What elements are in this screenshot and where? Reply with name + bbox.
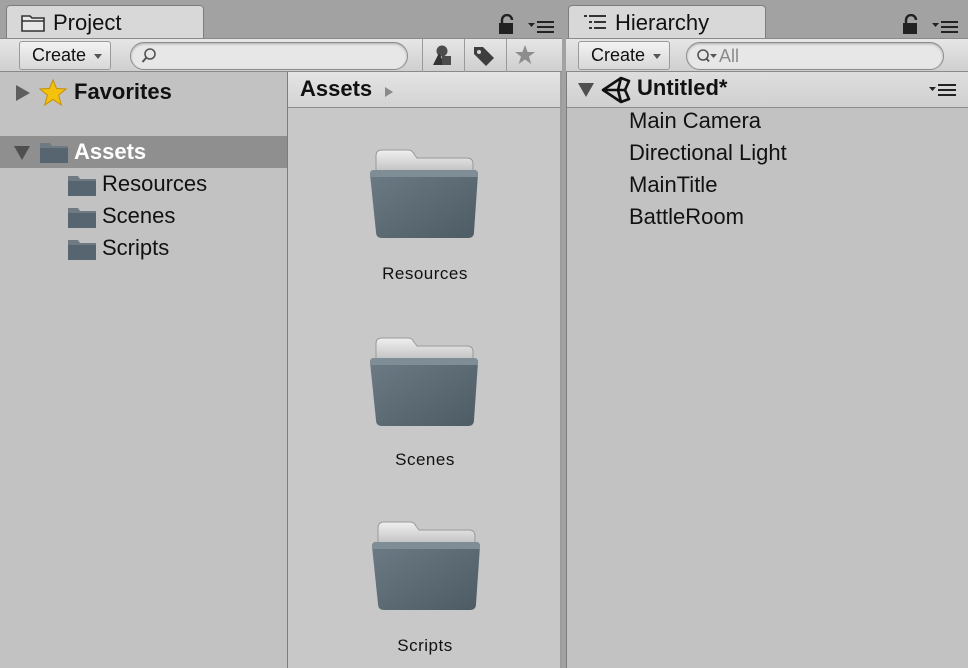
- hierarchy-create-button[interactable]: Create: [578, 41, 670, 70]
- search-icon: [141, 48, 156, 63]
- tree-row-favorites[interactable]: Favorites: [0, 76, 287, 108]
- hierarchy-search[interactable]: [686, 42, 944, 70]
- project-create-button[interactable]: Create: [19, 41, 111, 70]
- panel-menu-icon[interactable]: [932, 20, 958, 34]
- grid-label-resources: Resources: [382, 264, 468, 283]
- panel-menu-icon[interactable]: [528, 20, 554, 34]
- lock-icon[interactable]: [498, 14, 516, 34]
- hierarchy-search-input[interactable]: [719, 45, 929, 67]
- star-icon: [39, 79, 67, 106]
- project-tabstrip: Project: [0, 0, 562, 39]
- folder-icon: [68, 208, 96, 228]
- breadcrumb-arrow-icon: [385, 87, 393, 97]
- hierarchy-panel: Hierarchy Create All Untitled* Main Came…: [566, 0, 968, 668]
- tab-project[interactable]: Project: [6, 5, 204, 39]
- folder-icon: [372, 521, 480, 610]
- collapse-arrow-icon[interactable]: [14, 146, 30, 160]
- shapes-icon: [433, 45, 451, 65]
- tree-label-assets: Assets: [74, 139, 147, 164]
- list-icon: [584, 15, 606, 29]
- tree-row-scenes[interactable]: Scenes: [0, 200, 287, 232]
- unity-logo-icon: [601, 76, 631, 104]
- search-icon: [697, 49, 717, 63]
- breadcrumb-assets[interactable]: Assets: [300, 76, 372, 102]
- chevron-down-icon: [653, 54, 661, 59]
- hierarchy-tree: Untitled* Main Camera Directional Light …: [566, 72, 968, 668]
- tree-row-assets[interactable]: Assets: [0, 136, 287, 168]
- tree-label-scenes: Scenes: [102, 203, 176, 228]
- grid-item-resources[interactable]: Resources: [288, 146, 562, 326]
- scene-row-untitled[interactable]: Untitled*: [567, 72, 968, 108]
- folder-icon: [370, 149, 478, 238]
- project-create-label: Create: [32, 45, 87, 65]
- folder-icon: [68, 176, 96, 196]
- hierarchy-item-directional-light[interactable]: Directional Light: [629, 137, 787, 169]
- hierarchy-create-label: Create: [591, 45, 646, 65]
- tab-project-label: Project: [53, 10, 122, 35]
- tree-label-resources: Resources: [102, 171, 208, 196]
- hierarchy-item-main-camera[interactable]: Main Camera: [629, 105, 761, 137]
- tab-hierarchy[interactable]: Hierarchy: [568, 5, 766, 39]
- filter-by-label-button[interactable]: [464, 39, 500, 72]
- tree-row-resources[interactable]: Resources: [0, 168, 287, 200]
- breadcrumb: Assets: [288, 72, 562, 108]
- tree-row-scripts[interactable]: Scripts: [0, 232, 287, 264]
- panel-border: [560, 72, 562, 668]
- star-icon: [515, 45, 535, 64]
- tag-icon: [474, 47, 494, 66]
- project-search[interactable]: [130, 42, 408, 70]
- project-panel: Project Create Favorites Assets Resource…: [0, 0, 562, 668]
- grid-item-scripts[interactable]: Scripts: [288, 518, 562, 668]
- tab-hierarchy-label: Hierarchy: [615, 10, 710, 35]
- folder-icon: [68, 240, 96, 260]
- project-search-input[interactable]: [161, 45, 393, 67]
- scene-menu-icon[interactable]: [929, 83, 957, 97]
- collapse-arrow-icon[interactable]: [578, 83, 594, 97]
- scene-title: Untitled*: [637, 75, 728, 100]
- folder-icon: [370, 337, 478, 426]
- lock-icon[interactable]: [902, 14, 920, 34]
- expand-arrow-icon[interactable]: [16, 85, 30, 101]
- grid-label-scripts: Scripts: [397, 636, 453, 655]
- hierarchy-tabstrip: Hierarchy: [566, 0, 968, 39]
- favorite-button[interactable]: [506, 39, 542, 72]
- grid-item-scenes[interactable]: Scenes: [288, 334, 562, 514]
- tree-label-favorites: Favorites: [74, 79, 172, 104]
- folder-icon: [40, 143, 68, 163]
- project-asset-grid: Assets Resources Scenes Scripts: [288, 72, 562, 668]
- tree-label-scripts: Scripts: [102, 235, 170, 260]
- project-tree: Favorites Assets Resources Scenes Script…: [0, 72, 287, 668]
- chevron-down-icon: [94, 54, 102, 59]
- hierarchy-item-maintitle[interactable]: MainTitle: [629, 169, 717, 201]
- project-toolbar: Create: [0, 38, 562, 72]
- hierarchy-toolbar: Create: [566, 38, 968, 72]
- folder-icon: [21, 15, 45, 32]
- hierarchy-item-battleroom[interactable]: BattleRoom: [629, 201, 744, 233]
- grid-label-scenes: Scenes: [395, 450, 455, 469]
- filter-by-type-button[interactable]: [422, 39, 458, 72]
